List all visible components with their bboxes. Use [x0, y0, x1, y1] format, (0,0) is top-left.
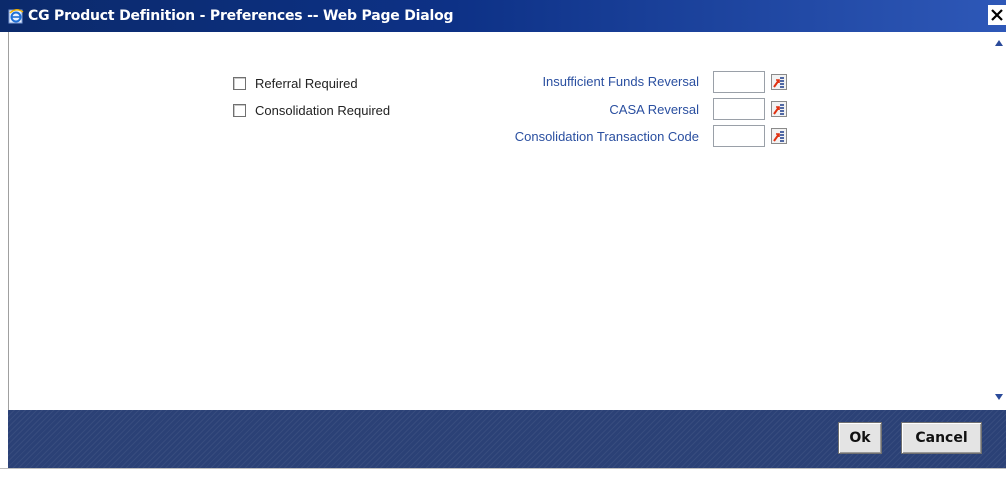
close-icon — [991, 9, 1003, 21]
casa-reversal-input[interactable] — [713, 98, 765, 120]
insufficient-funds-reversal-label: Insufficient Funds Reversal — [542, 74, 699, 89]
status-strip — [0, 468, 1006, 480]
referral-required-label: Referral Required — [255, 76, 358, 91]
vertical-scrollbar[interactable] — [992, 34, 1006, 410]
insufficient-funds-reversal-input[interactable] — [713, 71, 765, 93]
window-title: CG Product Definition - Preferences -- W… — [28, 8, 454, 24]
dialog-window: CG Product Definition - Preferences -- W… — [0, 0, 1006, 480]
consolidation-transaction-code-label: Consolidation Transaction Code — [514, 129, 699, 144]
close-button[interactable] — [988, 5, 1006, 25]
cancel-button[interactable]: Cancel — [901, 422, 982, 454]
list-of-values-icon[interactable] — [771, 128, 787, 144]
ok-button[interactable]: Ok — [838, 422, 882, 454]
consolidation-required-checkbox[interactable] — [233, 104, 246, 117]
list-of-values-icon[interactable] — [771, 101, 787, 117]
consolidation-required-label: Consolidation Required — [255, 103, 391, 118]
ie-page-icon — [8, 8, 24, 24]
title-bar[interactable]: CG Product Definition - Preferences -- W… — [0, 0, 1006, 32]
scroll-up-icon[interactable] — [992, 36, 1006, 48]
referral-required-row: Referral Required — [233, 76, 358, 91]
referral-required-checkbox[interactable] — [233, 77, 246, 90]
preferences-panel: Referral Required Consolidation Required… — [9, 32, 992, 410]
scroll-down-icon[interactable] — [992, 390, 1006, 402]
dialog-footer: Ok Cancel — [8, 410, 1006, 468]
consolidation-transaction-code-input[interactable] — [713, 125, 765, 147]
list-of-values-icon[interactable] — [771, 74, 787, 90]
casa-reversal-label: CASA Reversal — [609, 102, 699, 117]
consolidation-required-row: Consolidation Required — [233, 103, 390, 118]
